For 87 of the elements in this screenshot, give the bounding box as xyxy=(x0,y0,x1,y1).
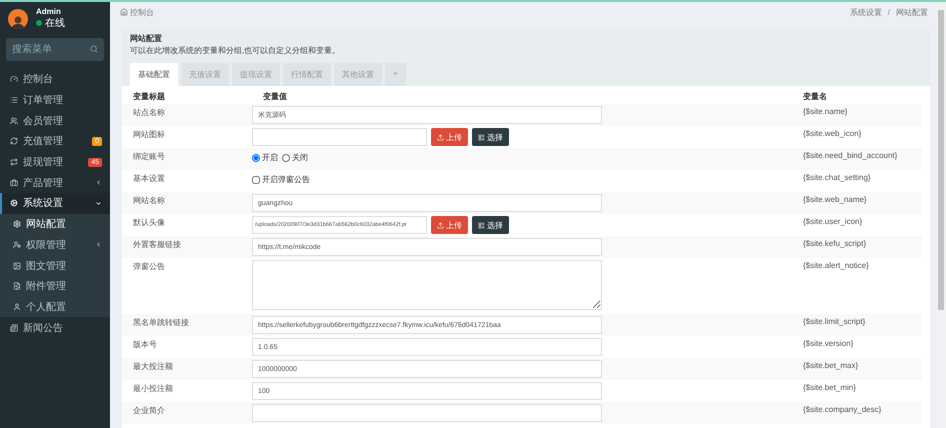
chevron-down-icon xyxy=(95,200,102,207)
input-field[interactable] xyxy=(252,404,602,422)
variable-title: 网站图标 xyxy=(133,130,165,139)
choose-button[interactable]: 选择 xyxy=(472,216,509,234)
radio-label: 关闭 xyxy=(292,152,308,163)
list-icon xyxy=(478,222,485,228)
textarea-field[interactable] xyxy=(252,260,602,310)
search-icon xyxy=(90,45,98,53)
variable-name: {$site.user_icon} xyxy=(803,217,862,226)
sidebar-item[interactable]: 附件管理 xyxy=(0,276,110,297)
menu-icon xyxy=(10,158,18,166)
sidebar-item[interactable]: 订单管理 xyxy=(0,90,110,110)
sidebar-item[interactable]: 控制台 xyxy=(0,69,110,90)
sidebar-item[interactable]: 个人配置 xyxy=(0,296,110,318)
sidebar-item[interactable]: 产品管理 xyxy=(0,172,110,194)
search-field[interactable]: 搜索菜单 xyxy=(6,38,104,61)
menu-icon xyxy=(13,302,21,311)
variable-name: {$site.company_desc} xyxy=(803,405,882,414)
breadcrumb-link[interactable]: 网站配置 xyxy=(896,6,928,18)
upload-icon xyxy=(437,222,444,228)
menu-icon xyxy=(13,240,21,249)
radio-label: 开启 xyxy=(262,152,278,163)
variable-name: {$site.need_bind_account} xyxy=(803,151,898,160)
input-field[interactable] xyxy=(252,128,427,146)
variable-title: 版本号 xyxy=(133,340,157,349)
menu-icon xyxy=(10,96,18,104)
variable-name: {$site.bet_max} xyxy=(803,361,858,370)
sidebar-item[interactable]: 系统设置 xyxy=(0,193,110,214)
variable-title: 弹窗公告 xyxy=(133,262,165,271)
menu-icon xyxy=(10,75,18,84)
online-status: 在线 xyxy=(36,16,65,30)
menu-icon xyxy=(10,137,18,146)
scrollbar[interactable] xyxy=(936,2,946,428)
column-header: 变量标题 xyxy=(133,92,165,101)
chevron-left-icon xyxy=(95,179,102,186)
sidebar-item[interactable]: 会员管理 xyxy=(0,110,110,132)
variable-title: 最大投注额 xyxy=(133,362,173,371)
breadcrumb-home[interactable]: 控制台 xyxy=(120,6,154,18)
menu-icon xyxy=(10,116,18,125)
breadcrumb-separator: / xyxy=(888,8,890,16)
variable-name: {$site.limit_script} xyxy=(803,317,866,326)
chevron-left-icon xyxy=(95,241,102,248)
sidebar-item[interactable]: 网站配置 xyxy=(0,214,110,234)
upload-icon xyxy=(437,134,444,140)
variable-name: {$site.kefu_script} xyxy=(803,239,866,248)
home-icon xyxy=(120,8,128,16)
menu-icon xyxy=(10,199,18,208)
variable-title: 外置客服链接 xyxy=(133,240,181,249)
variable-name: {$site.chat_setting} xyxy=(803,173,871,182)
variable-title: 企业简介 xyxy=(133,406,165,415)
sidebar-item[interactable]: 图文管理 xyxy=(0,255,110,276)
upload-button[interactable]: 上传 xyxy=(431,216,468,234)
radio-button[interactable] xyxy=(282,154,290,162)
variable-title: 默认头像 xyxy=(133,218,165,227)
list-icon xyxy=(478,134,485,140)
variable-name: {$site.name} xyxy=(803,107,848,116)
variable-name: {$site.bet_min} xyxy=(803,383,856,392)
sidebar-item[interactable]: 新闻公告 xyxy=(0,317,110,338)
variable-name: {$site.alert_notice} xyxy=(803,261,869,270)
variable-name: {$site.version} xyxy=(803,339,854,348)
breadcrumb-link[interactable]: 系统设置 xyxy=(850,6,882,18)
variable-name: {$site.web_icon} xyxy=(803,129,862,138)
variable-title: 最小投注额 xyxy=(133,384,173,393)
variable-title: 站点名称 xyxy=(133,108,165,117)
menu-icon xyxy=(10,324,18,332)
panel-description: 可以在此增改系统的变量和分组,也可以自定义分组和变量。 xyxy=(130,45,342,56)
menu-icon xyxy=(13,262,21,270)
sidebar-item[interactable]: 权限管理 xyxy=(0,234,110,256)
column-header: 变量名 xyxy=(803,92,827,101)
checkbox[interactable] xyxy=(252,176,260,184)
choose-button[interactable]: 选择 xyxy=(472,128,509,146)
variable-title: 绑定账号 xyxy=(133,152,165,161)
menu-icon xyxy=(13,282,21,290)
menu-icon xyxy=(10,178,18,187)
menu-icon xyxy=(13,220,21,228)
variable-name: {$site.web_name} xyxy=(803,195,867,204)
radio-button[interactable] xyxy=(252,154,260,162)
user-name: Admin xyxy=(36,7,62,16)
checkbox-label: 开启弹窗公告 xyxy=(262,174,310,185)
variable-title: 基本设置 xyxy=(133,174,165,183)
avatar xyxy=(8,8,28,28)
variable-title: 黑名单跳转链接 xyxy=(133,318,189,327)
variable-title: 网站名称 xyxy=(133,196,165,205)
panel-title: 网站配置 xyxy=(130,33,163,44)
column-header: 变量值 xyxy=(263,92,287,101)
tab[interactable]: 基础配置 xyxy=(130,63,178,86)
upload-button[interactable]: 上传 xyxy=(431,128,468,146)
